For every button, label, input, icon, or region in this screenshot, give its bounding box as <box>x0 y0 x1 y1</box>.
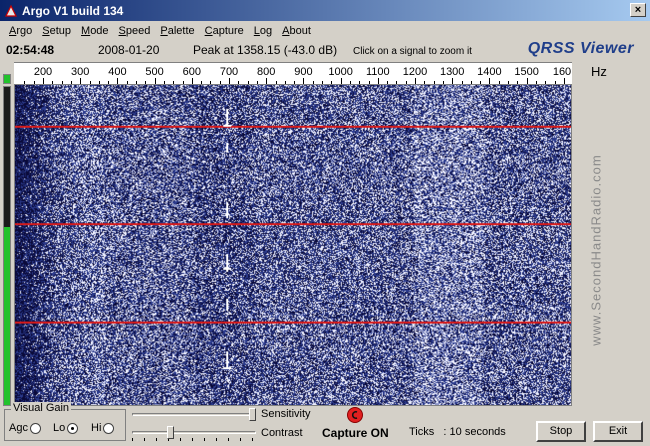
hi-label: Hi <box>91 422 102 434</box>
scale-label: 900 <box>294 66 313 78</box>
menu-mode[interactable]: Mode <box>76 25 114 37</box>
app-icon <box>4 4 18 18</box>
slider-ticks <box>132 438 256 441</box>
website-watermark: www.SecondHandRadio.com <box>588 154 604 346</box>
menu-setup[interactable]: Setup <box>37 25 76 37</box>
date-display: 2008-01-20 <box>98 43 160 57</box>
menu-capture[interactable]: Capture <box>200 25 249 37</box>
sensitivity-label: Sensitivity <box>261 408 311 420</box>
ticks-display: Ticks : 10 seconds <box>409 426 506 438</box>
window-title: Argo V1 build 134 <box>22 3 124 18</box>
audio-level-meter <box>3 86 11 406</box>
scale-label: 500 <box>145 66 164 78</box>
contrast-thumb[interactable] <box>167 426 174 439</box>
title-bar: Argo V1 build 134 × <box>0 0 650 21</box>
hi-option[interactable]: Hi <box>91 422 115 434</box>
waterfall-display[interactable] <box>14 84 572 406</box>
hi-radio[interactable] <box>103 422 115 434</box>
visual-gain-title: Visual Gain <box>11 402 72 414</box>
scale-label: 1500 <box>514 66 539 78</box>
scale-label: 160 <box>552 66 572 78</box>
brand-logo: QRSS Viewer <box>527 40 634 57</box>
lo-label: Lo <box>53 422 66 434</box>
capture-status: Capture ON <box>322 426 389 440</box>
menu-about[interactable]: About <box>277 25 316 37</box>
scale-label: 1200 <box>402 66 428 78</box>
agc-radio[interactable] <box>29 422 41 434</box>
scale-label: 600 <box>182 66 201 78</box>
menu-log[interactable]: Log <box>249 25 277 37</box>
close-button[interactable]: × <box>630 3 646 17</box>
menu-palette[interactable]: Palette <box>155 25 199 37</box>
scale-label: 1400 <box>477 66 502 78</box>
scale-label: 300 <box>71 66 90 78</box>
zoom-hint: Click on a signal to zoom it <box>353 46 472 57</box>
menu-speed[interactable]: Speed <box>114 25 156 37</box>
capture-indicator-icon <box>347 407 363 423</box>
scale-label: 800 <box>257 66 276 78</box>
contrast-slider[interactable] <box>132 426 256 441</box>
contrast-label: Contrast <box>261 427 303 439</box>
scale-label: 200 <box>33 66 53 78</box>
frequency-scale: 200 300 400 500 600 700 800 900 1000 1100 1200 1300… <box>14 62 572 84</box>
lo-option[interactable]: Lo <box>53 422 79 434</box>
slider-track <box>132 413 256 416</box>
slider-track <box>132 431 256 434</box>
level-indicator <box>3 74 11 84</box>
visual-gain-group: Visual Gain Agc Lo Hi <box>4 402 126 441</box>
scale-label: 400 <box>108 66 127 78</box>
scale-label: 1300 <box>439 66 465 78</box>
sensitivity-slider[interactable] <box>132 408 256 421</box>
menu-bar: Argo Setup Mode Speed Palette Capture Lo… <box>0 21 650 40</box>
scale-label: 700 <box>219 66 239 78</box>
scale-label: 1100 <box>365 66 390 78</box>
lo-radio[interactable] <box>67 422 79 434</box>
scale-label: 1000 <box>328 66 353 78</box>
agc-label: Agc <box>9 422 28 434</box>
exit-button[interactable]: Exit <box>593 421 643 442</box>
hz-unit-label: Hz <box>591 64 607 79</box>
stop-button[interactable]: Stop <box>536 421 586 442</box>
sensitivity-thumb[interactable] <box>249 408 256 421</box>
time-display: 02:54:48 <box>6 43 55 57</box>
peak-display: Peak at 1358.15 (-43.0 dB) <box>193 43 338 57</box>
agc-option[interactable]: Agc <box>9 422 41 434</box>
menu-argo[interactable]: Argo <box>4 25 37 37</box>
